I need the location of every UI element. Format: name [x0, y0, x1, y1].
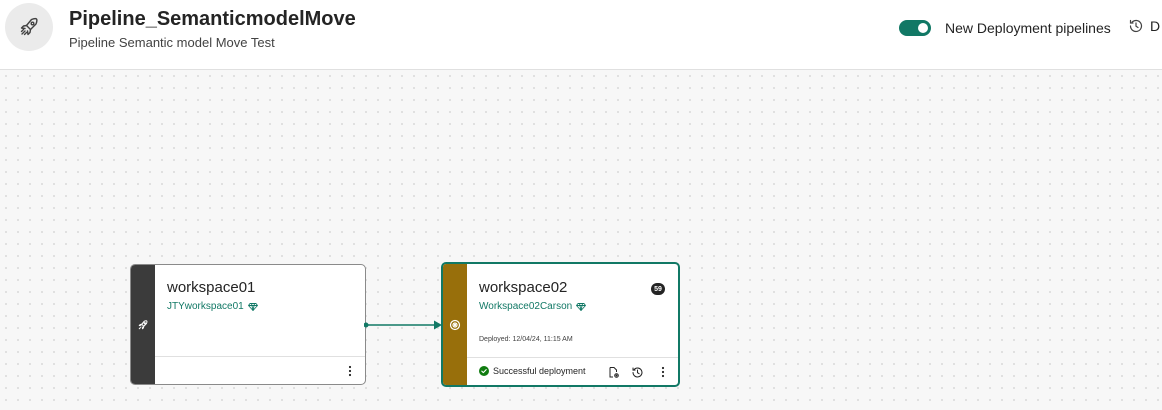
workspace-link-label: Workspace02Carson [479, 301, 573, 312]
stage-history-button[interactable] [629, 364, 645, 380]
document-gear-icon [609, 366, 619, 378]
more-vertical-icon [661, 366, 665, 378]
stage-footer: Successful deployment [467, 357, 678, 385]
deployment-rules-button[interactable] [605, 364, 621, 380]
deployment-status: Successful deployment [479, 366, 586, 376]
stage-name: workspace01 [167, 279, 256, 296]
toggle-knob [918, 23, 928, 33]
pipeline-logo [5, 3, 53, 51]
premium-diamond-icon [247, 302, 258, 311]
stage-card-workspace01[interactable]: workspace01 JTYworkspace01 [130, 264, 366, 385]
page-title: Pipeline_SemanticmodelMove [69, 8, 356, 30]
stage-footer [155, 356, 365, 384]
history-icon [632, 366, 642, 377]
pipeline-header: Pipeline_SemanticmodelMove Pipeline Sema… [0, 0, 1162, 70]
premium-diamond-icon [576, 302, 587, 311]
history-icon [1129, 19, 1143, 33]
rocket-icon [20, 17, 38, 36]
deployed-timestamp: Deployed: 12/04/24, 11:15 AM [479, 336, 573, 343]
more-options-button[interactable] [342, 363, 358, 379]
stage-card-workspace02[interactable]: workspace02 59 Workspace02Carson Deploye… [441, 262, 680, 387]
workspace-link[interactable]: Workspace02Carson [479, 301, 587, 312]
item-count-badge: 59 [651, 283, 665, 295]
new-deployment-pipelines-toggle[interactable] [899, 20, 931, 36]
stage-strip [443, 264, 467, 385]
stage-name: workspace02 [479, 279, 568, 296]
more-vertical-icon [348, 365, 352, 377]
deployment-status-label: Successful deployment [493, 366, 586, 376]
more-options-button[interactable] [655, 364, 671, 380]
rocket-icon [138, 319, 148, 329]
history-button-label: D [1150, 18, 1161, 34]
toggle-label: New Deployment pipelines [945, 20, 1111, 36]
workspace-link-label: JTYworkspace01 [167, 301, 244, 312]
workspace-link[interactable]: JTYworkspace01 [167, 301, 258, 312]
stage-connector-arrow [364, 320, 442, 330]
page-subtitle: Pipeline Semantic model Move Test [69, 35, 275, 50]
deployment-history-button[interactable]: D [1128, 18, 1160, 34]
pipeline-canvas: workspace01 JTYworkspace01 workspace02 5… [0, 70, 1162, 410]
success-check-icon [479, 366, 489, 376]
stage-strip [131, 265, 155, 384]
target-icon [449, 319, 461, 330]
